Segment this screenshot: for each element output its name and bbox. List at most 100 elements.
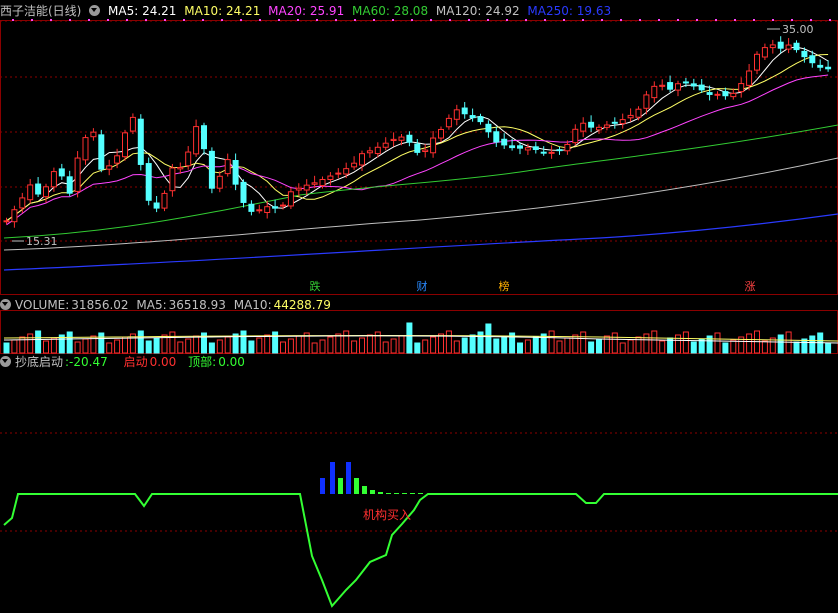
candle — [675, 83, 681, 91]
candle — [19, 197, 26, 209]
candle — [311, 182, 318, 185]
volume-bar — [422, 339, 429, 354]
signal-dot — [50, 19, 52, 21]
volume-bar — [106, 342, 113, 354]
volume-bar — [532, 336, 539, 354]
signal-dot — [449, 19, 451, 21]
volume-bar — [359, 337, 365, 354]
signal-bar — [402, 493, 407, 494]
candle — [280, 204, 286, 207]
volume-bar — [659, 340, 666, 354]
candle — [129, 116, 136, 132]
signal-bar — [378, 492, 383, 494]
candle — [319, 179, 326, 187]
candle — [58, 168, 65, 177]
event-marker-zhang[interactable]: 涨 — [743, 280, 757, 294]
signal-dot — [430, 19, 432, 21]
volume-bar — [722, 342, 729, 354]
volume-bar — [311, 342, 318, 354]
signal-bar — [338, 478, 343, 494]
signal-dot — [791, 19, 793, 21]
volume-bar — [603, 335, 610, 354]
candle — [746, 70, 753, 86]
volume-bar — [177, 341, 184, 354]
volume-bar — [485, 323, 492, 354]
ma120-line — [3, 157, 838, 251]
indicator-series — [3, 462, 838, 608]
signal-dot — [487, 19, 489, 21]
event-marker-die[interactable]: 跌 — [308, 280, 322, 294]
volume-bar — [540, 333, 547, 354]
signal-dot — [164, 19, 166, 21]
volume-bar — [280, 341, 286, 354]
signal-dot — [316, 19, 318, 21]
volume-bar — [611, 332, 618, 354]
candle — [50, 171, 57, 188]
signal-dot — [221, 19, 223, 21]
volume-bar — [777, 334, 784, 354]
candle — [335, 172, 342, 175]
volume-bar — [327, 336, 334, 354]
candle — [295, 187, 302, 191]
volume-bar — [825, 342, 832, 354]
signal-dot — [107, 19, 109, 21]
candle — [398, 136, 405, 141]
volume-bar — [501, 335, 508, 354]
candle — [596, 126, 602, 131]
candle — [414, 143, 421, 153]
candle — [706, 92, 713, 95]
price-marks: 35.00 15.31 — [12, 23, 814, 248]
candle — [722, 91, 729, 97]
candle — [785, 44, 792, 50]
signal-dot — [658, 19, 660, 21]
candle — [769, 44, 776, 49]
signal-bar — [346, 462, 351, 494]
candle — [635, 108, 642, 118]
candle — [248, 203, 255, 212]
volume-bar — [406, 322, 413, 354]
candle — [122, 132, 128, 158]
candle — [11, 209, 18, 223]
candle — [603, 124, 610, 128]
volume-bar — [627, 339, 634, 354]
candle — [3, 220, 10, 223]
volume-bar — [690, 341, 697, 354]
candle — [390, 138, 397, 141]
candle — [66, 176, 73, 194]
signal-dot — [126, 19, 128, 21]
candle — [761, 47, 768, 58]
candle — [777, 41, 784, 49]
candle — [422, 149, 429, 152]
signal-bar — [370, 490, 375, 494]
candle — [240, 181, 247, 203]
volume-bar — [517, 342, 523, 354]
main-panel-frame — [0, 20, 838, 295]
ma5-line — [6, 46, 829, 222]
candle — [493, 131, 500, 143]
candle — [619, 119, 626, 125]
event-marker-cai[interactable]: 财 — [415, 280, 429, 294]
volume-bar — [453, 340, 460, 354]
candle — [461, 107, 468, 115]
candle — [517, 145, 523, 149]
candle — [216, 175, 223, 189]
volume-bar — [208, 342, 215, 354]
candle — [730, 92, 737, 98]
candle — [114, 155, 121, 164]
stock-chart[interactable]: 35.00 15.31 — [0, 0, 838, 613]
event-marker-bang[interactable]: 榜 — [497, 280, 511, 294]
ma60-line — [3, 124, 838, 239]
signal-bar — [330, 462, 335, 494]
signal-dot — [696, 19, 698, 21]
signal-dot — [810, 19, 812, 21]
signal-dot — [829, 19, 831, 21]
candle — [825, 66, 832, 70]
signal-dot — [373, 19, 375, 21]
signal-dot — [582, 19, 584, 21]
candle — [185, 151, 192, 167]
signal-dot — [715, 19, 717, 21]
signal-dot — [468, 19, 470, 21]
volume-bar — [438, 333, 444, 354]
ma10-line — [6, 54, 829, 222]
candle — [98, 134, 105, 170]
